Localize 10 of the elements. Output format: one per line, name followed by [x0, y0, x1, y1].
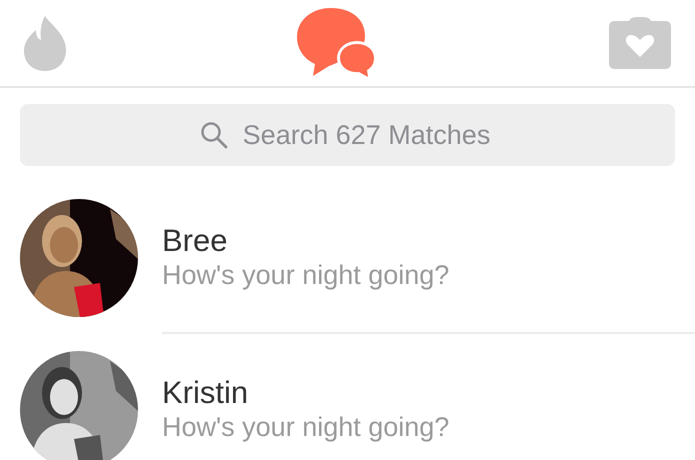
search-icon: [200, 121, 228, 149]
message-preview: How's your night going?: [162, 258, 450, 292]
search-field[interactable]: Search 627 Matches: [20, 104, 675, 166]
camera-tab[interactable]: [607, 15, 673, 71]
flame-tab[interactable]: [22, 14, 68, 72]
message-preview: How's your night going?: [162, 410, 450, 444]
camera-heart-icon: [607, 15, 673, 71]
match-name: Kristin: [162, 374, 250, 411]
match-name: Bree: [162, 222, 228, 259]
flame-icon: [22, 14, 68, 72]
